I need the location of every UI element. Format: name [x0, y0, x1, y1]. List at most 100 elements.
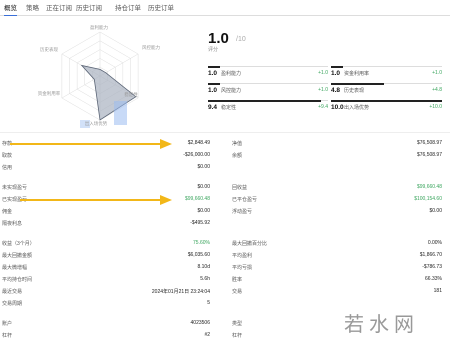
- stat-row-swap: 隔夜利息 -$495.92: [2, 219, 210, 228]
- stat-row-avg-profit: 平均盈利 $1,866.70: [232, 251, 442, 260]
- stat-value: $0.00: [197, 184, 210, 190]
- stat-row-max-drawdown-amount: 最大回撤金额 $6,035.60: [2, 251, 210, 260]
- stat-label: 账户: [2, 321, 13, 327]
- metric-change: +4.8: [432, 87, 442, 93]
- stat-label: 最大微增幅: [2, 265, 28, 271]
- stat-label: 平均盈利: [232, 253, 253, 259]
- stat-label: 浮动盈亏: [232, 209, 253, 215]
- metric-value: 9.4: [208, 103, 218, 111]
- radar-label-entry-exit: 出入场优势: [85, 120, 108, 127]
- metric-label: 资金利用率: [344, 71, 370, 77]
- stat-row-max-drawdown-pct: 最大回撤百分比 0.00%: [232, 239, 442, 248]
- metric-label: 盈利能力: [221, 71, 242, 77]
- stat-value: 66.33%: [425, 276, 442, 282]
- tab-open-orders[interactable]: 持仓订单: [115, 2, 141, 12]
- annotation-arrow-head: [160, 195, 172, 205]
- tab-strategy[interactable]: 策略: [26, 2, 39, 12]
- stat-value: 8.10d: [197, 264, 210, 270]
- metric-capital-usage: 1.0 资金利用率 +1.0: [331, 66, 442, 77]
- annotation-arrow-head: [160, 139, 172, 149]
- score-value: 1.0: [208, 30, 229, 47]
- metric-risk-control: 1.0 风控能力 +1.0: [208, 83, 328, 94]
- radar-label-risk-control: 风控能力: [142, 44, 160, 51]
- stat-label: 最近交易: [2, 289, 23, 295]
- stat-label: 平均持仓时间: [2, 277, 33, 283]
- tab-subscription-history[interactable]: 历史订阅: [76, 2, 102, 12]
- stat-row-leverage: 杠杆 #2: [2, 331, 210, 338]
- annotation-arrow-shaft: [20, 199, 162, 201]
- stat-value: $76,508.97: [416, 140, 442, 146]
- stat-row-withdrawal: 取款 -$26,000.00: [2, 151, 210, 160]
- stat-row-profit: 回收益 $99,660.48: [232, 183, 442, 192]
- stat-value: -$786.73: [422, 264, 442, 270]
- metric-value: 1.0: [331, 69, 341, 77]
- metric-label: 稳定性: [221, 105, 237, 111]
- stat-value: 181: [433, 288, 442, 294]
- stat-value: 5: [207, 300, 210, 306]
- stat-label: 胜率: [232, 277, 243, 283]
- metric-change: +1.0: [432, 70, 442, 76]
- tab-overview[interactable]: 概览: [4, 2, 17, 16]
- stat-label: 取款: [2, 153, 13, 159]
- radar-highlight: [114, 101, 127, 125]
- stat-row-avg-holding-time: 平均持仓时间 5.6h: [2, 275, 210, 284]
- stat-value: $99,660.48: [184, 196, 210, 202]
- metric-bar: [208, 83, 220, 85]
- metric-label: 历史表现: [344, 88, 365, 94]
- stat-row-trading-period: 交易周期 5: [2, 299, 210, 308]
- metric-entry-exit: 10.0 出入场优势 +10.0: [331, 100, 442, 111]
- score-max: /10: [236, 36, 246, 43]
- stat-label: 交易周期: [2, 301, 23, 307]
- stat-label: 回收益: [232, 185, 248, 191]
- stat-value: 75.60%: [193, 240, 210, 246]
- metric-value: 10.0: [331, 103, 344, 111]
- metric-value: 1.0: [208, 69, 218, 77]
- metric-bar: [331, 100, 442, 102]
- stat-row-closed-pnl: 已平仓盈亏 $100,154.60: [232, 195, 442, 204]
- stat-label: 收益（3个月）: [2, 241, 35, 247]
- radar-label-profitability: 盈利能力: [90, 24, 108, 31]
- score-label: 评分: [208, 47, 219, 53]
- stat-value: $0.00: [197, 164, 210, 170]
- metric-bar: [208, 66, 220, 68]
- stat-label: 杠杆: [2, 333, 13, 338]
- metric-change: +1.0: [318, 87, 328, 93]
- stat-row-return-3m: 收益（3个月） 75.60%: [2, 239, 210, 248]
- stat-row-avg-loss: 平均亏损 -$786.73: [232, 263, 442, 272]
- stat-value: $100,154.60: [414, 196, 442, 202]
- stat-value: -$26,000.00: [183, 152, 210, 158]
- annotation-arrow-shaft: [10, 143, 162, 145]
- tab-order-history[interactable]: 历史订单: [148, 2, 174, 12]
- stat-value: 2024年01月21日 23:24:04: [151, 289, 210, 295]
- stat-value: 0.00%: [427, 240, 442, 246]
- tab-bar: 概览 策略 正在订阅 历史订阅 持仓订单 历史订单: [0, 0, 450, 16]
- stat-row-credit: 信用 $0.00: [2, 163, 210, 172]
- stat-label: 未实现盈亏: [2, 185, 28, 191]
- tab-active-subscriptions[interactable]: 正在订阅: [46, 2, 72, 12]
- metric-value: 1.0: [208, 86, 218, 94]
- stat-label: 平均亏损: [232, 265, 253, 271]
- stat-value: $1,866.70: [419, 252, 442, 258]
- stat-value: $0.00: [197, 208, 210, 214]
- stat-value: -$495.92: [190, 220, 210, 226]
- stat-row-unrealized-pnl: 未实现盈亏 $0.00: [2, 183, 210, 192]
- metric-bar: [331, 66, 343, 68]
- stat-label: 交易: [232, 289, 243, 295]
- stat-row-commission: 佣金 $0.00: [2, 207, 210, 216]
- stat-label: 净值: [232, 141, 243, 147]
- radar-chart: 盈利能力 风控能力 稳定性 出入场优势 资金利用率 历史表现: [38, 24, 160, 128]
- stat-label: 信用: [2, 165, 13, 171]
- stat-row-trades: 交易 181: [232, 287, 442, 296]
- stat-value: #2: [204, 332, 210, 338]
- stat-label: 最大回撤金额: [2, 253, 33, 259]
- stat-label: 最大回撤百分比: [232, 241, 268, 247]
- metric-profitability: 1.0 盈利能力 +1.0: [208, 66, 328, 77]
- metric-label: 出入场优势: [344, 105, 370, 111]
- watermark-logo: 若水网: [344, 312, 419, 336]
- metric-change: +1.0: [318, 70, 328, 76]
- stat-row-win-rate: 胜率 66.33%: [232, 275, 442, 284]
- stat-value: $99,660.48: [416, 184, 442, 190]
- stat-value: $2,848.49: [187, 140, 210, 146]
- stat-row-max-growth: 最大微增幅 8.10d: [2, 263, 210, 272]
- stat-label: 已平仓盈亏: [232, 197, 258, 203]
